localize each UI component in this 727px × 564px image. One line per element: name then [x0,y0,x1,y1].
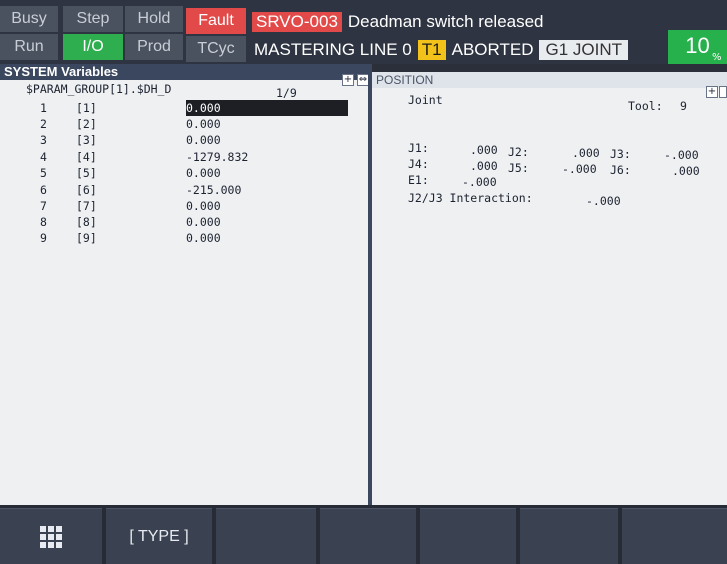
tool-number: 9 [680,99,687,113]
table-row[interactable]: 9 [9] 0.000 [0,230,368,246]
system-variables-title: SYSTEM Variables [0,64,368,80]
f4-button[interactable] [420,508,516,564]
fault-indicator: Fault [186,8,246,34]
j3-value: -.000 [664,148,699,162]
row-index: [2] [76,117,97,131]
row-value[interactable]: 0.000 [186,198,221,214]
j1-label: J1: [408,141,429,155]
variable-path: $PARAM_GROUP[1].$DH_D [26,82,172,96]
row-value[interactable]: 0.000 [186,214,221,230]
table-row[interactable]: 8 [8] 0.000 [0,214,368,230]
row-index: [4] [76,150,97,164]
j4-label: J4: [408,157,429,171]
step-indicator: Step [63,6,123,32]
row-index: [5] [76,166,97,180]
e1-label: E1: [408,173,429,187]
j5-value: -.000 [562,162,597,176]
row-number: 3 [40,133,47,147]
program-line: MASTERING LINE 0 T1 ABORTED G1 JOINT [254,38,628,62]
j6-value: .000 [672,164,700,178]
e1-value: -.000 [462,175,497,189]
override-unit: % [712,52,722,63]
j4-value: .000 [470,159,498,173]
row-index: [1] [76,101,97,115]
row-value[interactable]: 0.000 [186,100,348,116]
pane-zoom-icon[interactable]: + [706,86,718,98]
row-value[interactable]: 0.000 [186,230,221,246]
row-index: [8] [76,215,97,229]
position-mode: Joint [408,93,443,107]
row-number: 8 [40,215,47,229]
row-number: 2 [40,117,47,131]
table-row[interactable]: 7 [7] 0.000 [0,198,368,214]
j1-value: .000 [470,143,498,157]
row-index: [7] [76,199,97,213]
table-row[interactable]: 1 [1] 0.000 [0,100,368,116]
row-value[interactable]: -215.000 [186,182,241,198]
run-indicator: Run [0,34,58,60]
table-row[interactable]: 2 [2] 0.000 [0,116,368,132]
position-title: POSITION [372,72,727,88]
row-value[interactable]: 0.000 [186,116,221,132]
row-number: 4 [40,150,47,164]
alarm-line: SRVO-003 Deadman switch released [252,10,544,34]
table-row[interactable]: 6 [6] -215.000 [0,182,368,198]
io-indicator: I/O [63,34,123,60]
task-tag: T1 [417,40,446,60]
row-number: 5 [40,166,47,180]
tcyc-indicator: TCyc [186,36,246,62]
program-name: MASTERING LINE 0 [254,40,412,59]
tool-label: Tool: [628,99,663,113]
page-indicator: 1/9 [276,86,297,100]
row-number: 1 [40,101,47,115]
interaction-value: -.000 [586,194,621,208]
alarm-message: Deadman switch released [347,12,544,31]
j6-label: J6: [610,163,631,177]
j2-label: J2: [508,145,529,159]
table-row[interactable]: 4 [4] -1279.832 [0,149,368,165]
table-row[interactable]: 5 [5] 0.000 [0,165,368,181]
j2-value: .000 [572,146,600,160]
j5-label: J5: [508,161,529,175]
f3-button[interactable] [320,508,416,564]
f5-button[interactable] [520,508,618,564]
menu-button[interactable] [0,508,102,564]
next-button[interactable] [622,508,727,564]
row-index: [3] [76,133,97,147]
f2-button[interactable] [216,508,316,564]
grid-menu-icon [40,525,62,548]
interaction-label: J2/J3 Interaction: [408,191,533,205]
position-pane[interactable]: POSITION [372,72,727,505]
coord-system: G1 JOINT [539,40,628,60]
row-value[interactable]: -1279.832 [186,149,248,165]
program-state: ABORTED [451,40,534,59]
prod-indicator: Prod [125,34,183,60]
hold-indicator: Hold [125,6,183,32]
row-value[interactable]: 0.000 [186,132,221,148]
row-value[interactable]: 0.000 [186,165,221,181]
row-index: [9] [76,231,97,245]
override-value: 10 [685,33,710,58]
pane-zoom-icon[interactable]: + [342,74,354,86]
row-index: [6] [76,183,97,197]
alarm-code: SRVO-003 [252,12,342,32]
row-number: 7 [40,199,47,213]
row-number: 9 [40,231,47,245]
row-number: 6 [40,183,47,197]
pane-switch-icon[interactable] [719,86,727,98]
f1-type-button[interactable]: [ TYPE ] [106,508,212,564]
busy-indicator: Busy [0,6,58,32]
j3-label: J3: [610,147,631,161]
table-row[interactable]: 3 [3] 0.000 [0,132,368,148]
